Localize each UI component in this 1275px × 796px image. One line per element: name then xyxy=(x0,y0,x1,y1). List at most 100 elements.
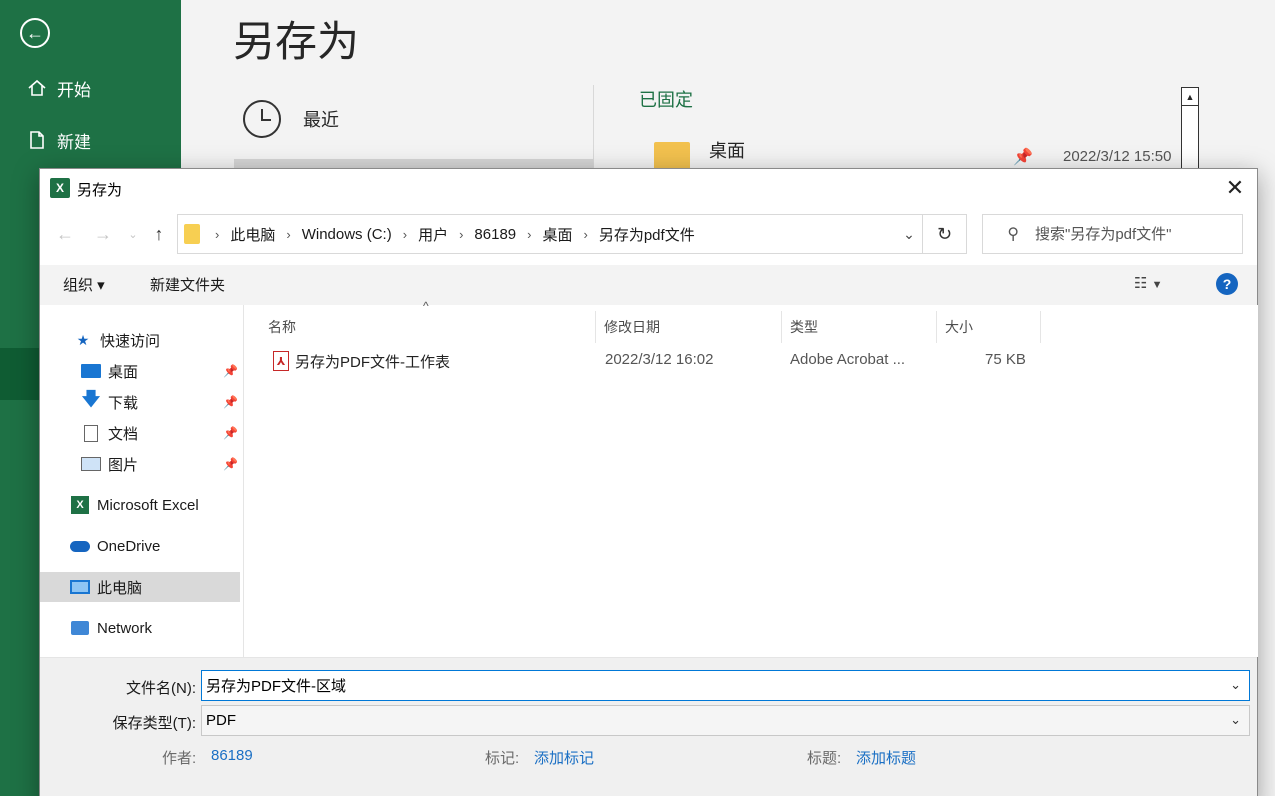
backstage-nav-home[interactable]: 开始 xyxy=(0,68,181,108)
folder-icon xyxy=(184,224,200,244)
excel-icon: X xyxy=(50,178,70,198)
tags-label: 标记: xyxy=(485,750,520,767)
file-row[interactable]: ⅄ 另存为PDF文件-工作表 2022/3/12 16:02 Adobe Acr… xyxy=(265,345,1045,375)
view-list-icon: ☷ xyxy=(1134,275,1148,292)
forward-button[interactable]: → xyxy=(90,219,116,249)
new-document-icon xyxy=(25,128,49,152)
nav-item-desktop[interactable]: 桌面 📌 xyxy=(40,356,240,386)
nav-label: 文档 xyxy=(108,425,139,443)
breadcrumb-separator-icon[interactable]: › xyxy=(527,227,531,242)
chevron-down-icon[interactable]: ⌄ xyxy=(1230,677,1241,693)
scrollbar[interactable]: ▲ xyxy=(1181,87,1199,173)
breadcrumb-item[interactable]: 桌面 xyxy=(542,224,572,245)
view-options-button[interactable]: ☷ ▼ xyxy=(1134,274,1163,292)
file-type: Adobe Acrobat ... xyxy=(790,351,906,368)
recent-location[interactable]: 最近 xyxy=(243,100,339,138)
nav-label: Microsoft Excel xyxy=(97,496,199,514)
address-bar[interactable]: › 此电脑 › Windows (C:) › 用户 › 86189 › 桌面 ›… xyxy=(177,214,967,254)
breadcrumb-item[interactable]: 用户 xyxy=(418,224,448,245)
breadcrumb-item[interactable]: 此电脑 xyxy=(230,224,275,245)
pin-icon[interactable]: 📌 xyxy=(223,395,238,409)
backstage-nav-label: 开始 xyxy=(57,80,91,100)
help-button[interactable]: ? xyxy=(1216,273,1238,295)
column-header-size[interactable]: 大小 xyxy=(937,311,1041,343)
filename-value[interactable]: 另存为PDF文件-区域 xyxy=(206,675,346,696)
filename-field[interactable]: 另存为PDF文件-区域 ⌄ xyxy=(201,670,1250,701)
refresh-button[interactable]: ↻ xyxy=(922,215,966,253)
filetype-select[interactable]: PDF ⌄ xyxy=(201,705,1250,736)
recent-locations-dropdown[interactable]: ⌄ xyxy=(126,219,140,249)
author-label: 作者: xyxy=(162,750,197,767)
pinned-item-name[interactable]: 桌面 xyxy=(709,137,745,163)
file-list: ^ 名称 修改日期 类型 大小 ⅄ 另存为PDF文件-工作表 2022/3/12… xyxy=(245,299,1258,657)
organize-button[interactable]: 组织 ▾ xyxy=(63,274,105,295)
breadcrumb-separator-icon[interactable]: › xyxy=(584,227,588,242)
cloud-icon xyxy=(69,537,91,555)
search-box[interactable]: ⚲ xyxy=(982,214,1243,254)
breadcrumb-separator-icon[interactable]: › xyxy=(403,227,407,242)
recent-label: 最近 xyxy=(303,110,339,130)
desktop-icon xyxy=(80,362,102,380)
breadcrumb-item[interactable]: 另存为pdf文件 xyxy=(599,224,695,245)
breadcrumb: › 此电脑 › Windows (C:) › 用户 › 86189 › 桌面 ›… xyxy=(204,224,695,245)
nav-quick-access[interactable]: ★ 快速访问 xyxy=(40,325,240,355)
home-icon xyxy=(25,76,49,100)
pin-icon[interactable]: 📌 xyxy=(223,457,238,471)
close-button[interactable]: ✕ xyxy=(1219,173,1251,203)
filetype-label: 保存类型(T): xyxy=(112,715,196,732)
back-button[interactable]: ← xyxy=(52,219,78,249)
nav-item-downloads[interactable]: 🡇 下载 📌 xyxy=(40,387,240,417)
add-subject-link[interactable]: 添加标题 xyxy=(856,747,916,768)
nav-item-onedrive[interactable]: OneDrive xyxy=(40,531,240,561)
nav-item-excel[interactable]: X Microsoft Excel xyxy=(40,490,240,520)
nav-label: OneDrive xyxy=(97,537,161,555)
dialog-titlebar[interactable]: X 另存为 ✕ xyxy=(40,169,1257,207)
pinned-heading: 已固定 xyxy=(639,90,693,110)
pictures-icon xyxy=(80,455,102,473)
pin-icon[interactable]: 📌 xyxy=(223,426,238,440)
scroll-up-icon[interactable]: ▲ xyxy=(1182,88,1198,106)
column-header-name[interactable]: 名称 xyxy=(260,311,596,343)
file-size: 75 KB xyxy=(985,351,1026,368)
chevron-down-icon: ▼ xyxy=(1151,279,1163,291)
network-icon xyxy=(69,619,91,637)
breadcrumb-item[interactable]: 86189 xyxy=(474,226,516,243)
chevron-down-icon[interactable]: ⌄ xyxy=(1230,712,1241,728)
author-value[interactable]: 86189 xyxy=(211,747,253,764)
column-header-modified[interactable]: 修改日期 xyxy=(596,311,782,343)
search-input[interactable] xyxy=(1035,225,1235,243)
breadcrumb-separator-icon[interactable]: › xyxy=(459,227,463,242)
download-icon: 🡇 xyxy=(81,389,101,409)
nav-label: 快速访问 xyxy=(100,332,161,350)
chevron-down-icon[interactable]: ⌄ xyxy=(898,224,920,244)
page-title: 另存为 xyxy=(233,18,360,65)
nav-item-this-pc[interactable]: 此电脑 xyxy=(40,572,240,602)
new-folder-button[interactable]: 新建文件夹 xyxy=(150,274,225,295)
excel-icon: X xyxy=(69,496,91,514)
search-icon: ⚲ xyxy=(1007,226,1019,243)
nav-label: 图片 xyxy=(108,456,139,474)
clock-icon xyxy=(243,100,281,138)
breadcrumb-separator-icon[interactable]: › xyxy=(286,227,290,242)
pin-icon[interactable]: 📌 xyxy=(223,364,238,378)
nav-label: 桌面 xyxy=(108,363,139,381)
breadcrumb-separator-icon[interactable]: › xyxy=(215,227,219,242)
save-as-dialog: X 另存为 ✕ ← → ⌄ ↑ › 此电脑 › Windows (C:) › 用… xyxy=(39,168,1258,796)
add-tags-link[interactable]: 添加标记 xyxy=(534,747,594,768)
up-one-level-button[interactable]: ↑ xyxy=(146,219,172,249)
nav-label: 此电脑 xyxy=(97,579,143,597)
command-bar: 组织 ▾ 新建文件夹 ☷ ▼ ? xyxy=(40,265,1257,305)
backstage-nav-new[interactable]: 新建 xyxy=(0,120,181,160)
backstage-nav-label: 新建 xyxy=(57,132,91,152)
breadcrumb-item[interactable]: Windows (C:) xyxy=(302,226,392,243)
computer-icon xyxy=(69,578,91,596)
nav-item-network[interactable]: Network xyxy=(40,613,240,643)
pin-icon[interactable]: 📌 xyxy=(1013,147,1033,167)
nav-item-pictures[interactable]: 图片 📌 xyxy=(40,449,240,479)
nav-item-documents[interactable]: 文档 📌 xyxy=(40,418,240,448)
pinned-item-date: 2022/3/12 15:50 xyxy=(1063,148,1172,165)
dialog-title: 另存为 xyxy=(77,182,123,199)
subject-label: 标题: xyxy=(807,750,842,767)
back-arrow-icon[interactable]: ← xyxy=(20,18,50,48)
column-header-type[interactable]: 类型 xyxy=(782,311,937,343)
